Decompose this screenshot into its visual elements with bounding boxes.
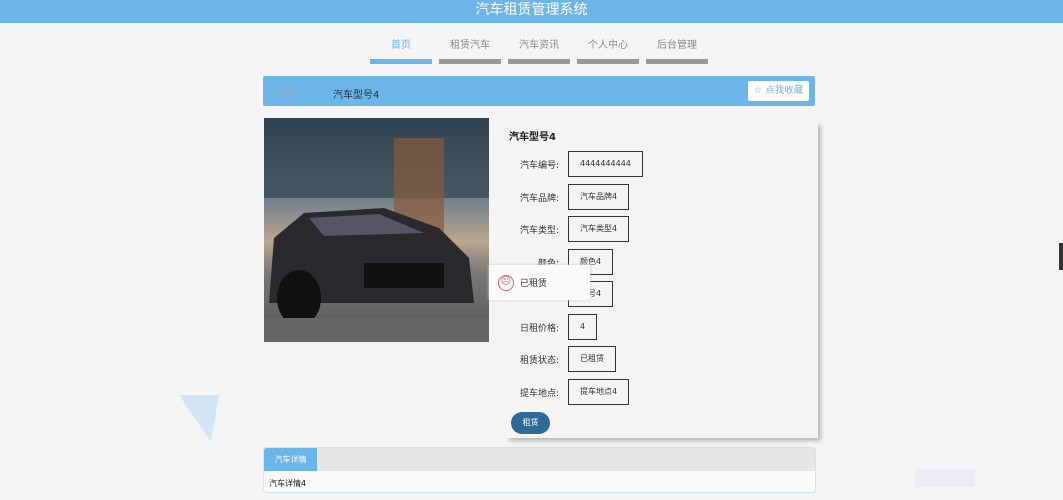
car-photo	[264, 118, 489, 342]
toast-message: ☹ 已租赁	[489, 265, 590, 300]
nav-admin[interactable]: 后台管理	[646, 36, 708, 64]
nav-rent-cars[interactable]: 租赁汽车	[439, 36, 501, 64]
scrollbar[interactable]	[1059, 243, 1063, 270]
field-label: 汽车编号:	[519, 160, 559, 171]
main-nav: 首页 租赁汽车 汽车资讯 个人中心 后台管理	[370, 36, 708, 64]
field-value: 4444444444	[568, 151, 643, 177]
breadcrumb-separator: /	[309, 85, 313, 96]
field-brand: 汽车品牌: 汽车品牌4	[506, 184, 630, 210]
field-value: 提车地点4	[568, 379, 630, 405]
field-pickup-location: 提车地点: 提车地点4	[506, 379, 630, 405]
rent-button[interactable]: 租赁	[511, 412, 550, 434]
favorite-button[interactable]: ☆ 点我收藏	[748, 81, 809, 101]
field-rent-status: 租赁状态: 已租赁	[506, 346, 616, 372]
breadcrumb-current: 汽车型号4	[333, 90, 380, 101]
toast-text: 已租赁	[520, 279, 548, 289]
watermark-logo	[915, 469, 975, 487]
field-value: 4	[568, 314, 598, 340]
field-label: 汽车品牌:	[519, 193, 559, 204]
tab-car-details[interactable]: 汽车详情	[264, 448, 317, 471]
detail-tabs: 汽车详情 汽车详情4	[263, 447, 816, 493]
field-label: 提车地点:	[519, 388, 559, 399]
field-value: 汽车品牌4	[568, 184, 630, 210]
field-car-number: 汽车编号: 4444444444	[506, 151, 643, 177]
field-label: 汽车类型:	[519, 225, 559, 236]
field-value: 汽车类型4	[568, 216, 630, 242]
field-type: 汽车类型: 汽车类型4	[506, 216, 630, 242]
field-value: 已租赁	[568, 346, 616, 372]
breadcrumb: 首页 / 汽车型号4 ☆ 点我收藏	[263, 76, 815, 106]
tab-bar: 汽车详情	[264, 448, 815, 471]
app-header: 汽车租赁管理系统	[0, 0, 1063, 23]
sad-face-icon: ☹	[498, 274, 514, 291]
nav-car-news[interactable]: 汽车资讯	[508, 36, 570, 64]
tab-content: 汽车详情4	[269, 479, 307, 488]
decorative-triangle	[170, 395, 220, 442]
field-label: 租赁状态:	[519, 355, 559, 366]
nav-personal-center[interactable]: 个人中心	[577, 36, 639, 64]
breadcrumb-home[interactable]: 首页	[277, 86, 297, 101]
app-title: 汽车租赁管理系统	[475, 2, 588, 18]
car-title: 汽车型号4	[509, 132, 556, 143]
nav-home[interactable]: 首页	[370, 36, 432, 64]
field-label: 日租价格:	[519, 323, 559, 334]
field-daily-price: 日租价格: 4	[506, 314, 598, 340]
